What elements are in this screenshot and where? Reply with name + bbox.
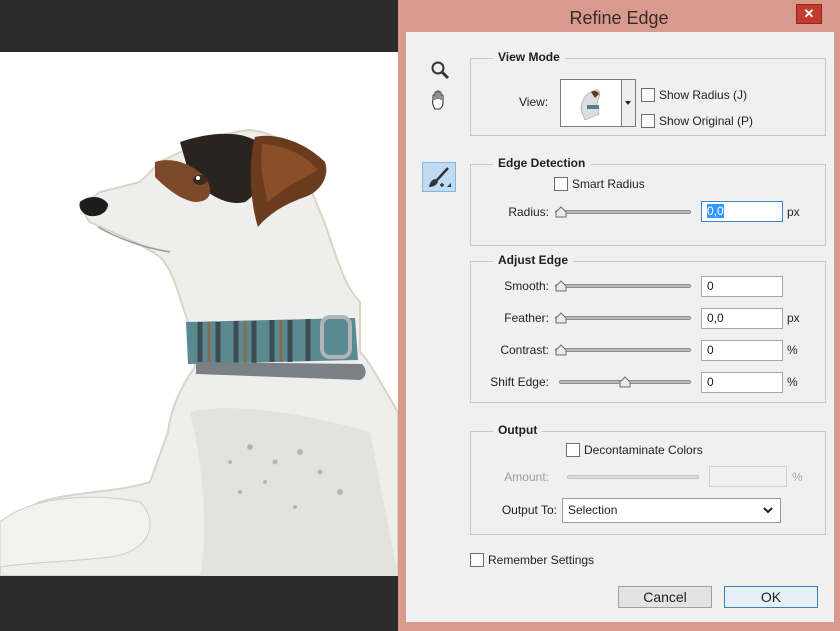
refine-edge-dialog: Refine Edge ✕ View Mode View: Show Radiu… [398, 0, 840, 631]
amount-slider-track [567, 475, 699, 479]
dialog-title: Refine Edge [569, 8, 669, 28]
hand-tool-icon[interactable] [426, 86, 454, 114]
output-group: Output Decontaminate Colors Amount: % Ou… [470, 423, 826, 535]
refine-radius-brush-icon[interactable] [422, 162, 456, 192]
view-label: View: [519, 95, 549, 109]
shift-edge-unit: % [787, 375, 798, 389]
decontaminate-colors-label: Decontaminate Colors [584, 443, 703, 457]
remember-settings-label: Remember Settings [488, 553, 595, 567]
decontaminate-colors-checkbox[interactable]: Decontaminate Colors [566, 443, 703, 457]
output-to-value: Selection [568, 503, 618, 517]
shift-edge-label: Shift Edge: [490, 375, 549, 389]
dialog-body: View Mode View: Show Radius (J) Show Ori… [406, 32, 834, 622]
output-to-label: Output To: [501, 503, 557, 517]
document-image[interactable] [0, 52, 398, 576]
contrast-label: Contrast: [500, 343, 549, 357]
smooth-slider-thumb[interactable] [555, 280, 567, 292]
shift-edge-slider-thumb[interactable] [619, 376, 631, 388]
show-original-box[interactable] [641, 114, 655, 128]
show-radius-label: Show Radius (J) [659, 88, 748, 102]
show-radius-checkbox[interactable]: Show Radius (J) [641, 88, 747, 102]
zoom-tool-icon[interactable] [426, 56, 454, 84]
feather-slider-thumb[interactable] [555, 312, 567, 324]
adjust-edge-group: Adjust Edge Smooth: 0 Feather: 0,0 px Co… [470, 253, 826, 403]
amount-slider[interactable] [567, 471, 699, 483]
amount-label: Amount: [504, 470, 549, 484]
ok-button[interactable]: OK [724, 586, 818, 608]
chevron-down-icon [763, 507, 773, 514]
show-original-label: Show Original (P) [659, 114, 754, 128]
smooth-slider-track [555, 284, 691, 288]
smooth-label: Smooth: [504, 279, 549, 293]
contrast-unit: % [787, 343, 798, 357]
radius-slider-thumb[interactable] [555, 206, 567, 218]
canvas-area[interactable] [0, 0, 398, 631]
radius-value: 0,0 [707, 204, 724, 218]
show-radius-box[interactable] [641, 88, 655, 102]
view-mode-group: View Mode View: Show Radius (J) Show Ori… [470, 50, 826, 136]
amount-unit: % [792, 470, 803, 484]
contrast-slider-thumb[interactable] [555, 344, 567, 356]
radius-input[interactable]: 0,0 [701, 201, 783, 222]
title-bar[interactable]: Refine Edge ✕ [398, 0, 840, 36]
edge-detection-title: Edge Detection [493, 156, 591, 170]
close-button[interactable]: ✕ [796, 4, 822, 24]
output-to-select[interactable]: Selection [562, 498, 781, 523]
smooth-slider[interactable] [555, 280, 691, 292]
view-thumbnail[interactable] [560, 79, 622, 127]
feather-label: Feather: [504, 311, 549, 325]
adjust-edge-title: Adjust Edge [493, 253, 574, 267]
smart-radius-label: Smart Radius [572, 177, 645, 191]
feather-slider[interactable] [555, 312, 691, 324]
radius-unit: px [787, 205, 800, 219]
smart-radius-checkbox[interactable]: Smart Radius [554, 177, 645, 191]
view-mode-title: View Mode [493, 50, 565, 64]
feather-unit: px [787, 311, 800, 325]
shift-edge-slider[interactable] [559, 376, 691, 388]
remember-settings-box[interactable] [470, 553, 484, 567]
contrast-input[interactable]: 0 [701, 340, 783, 361]
remember-settings-checkbox[interactable]: Remember Settings [470, 553, 594, 567]
radius-slider[interactable] [555, 206, 691, 218]
show-original-checkbox[interactable]: Show Original (P) [641, 114, 753, 128]
shift-edge-input[interactable]: 0 [701, 372, 783, 393]
cancel-button[interactable]: Cancel [618, 586, 712, 608]
contrast-slider-track [555, 348, 691, 352]
feather-input[interactable]: 0,0 [701, 308, 783, 329]
smart-radius-box[interactable] [554, 177, 568, 191]
amount-input[interactable] [709, 466, 787, 487]
radius-slider-track [555, 210, 691, 214]
output-title: Output [493, 423, 543, 437]
dog-photo [0, 128, 398, 576]
feather-slider-track [555, 316, 691, 320]
edge-detection-group: Edge Detection Smart Radius Radius: 0,0 … [470, 156, 826, 246]
decontaminate-colors-box[interactable] [566, 443, 580, 457]
smooth-input[interactable]: 0 [701, 276, 783, 297]
view-mode-dropdown[interactable] [622, 79, 636, 127]
radius-label: Radius: [508, 205, 549, 219]
contrast-slider[interactable] [555, 344, 691, 356]
